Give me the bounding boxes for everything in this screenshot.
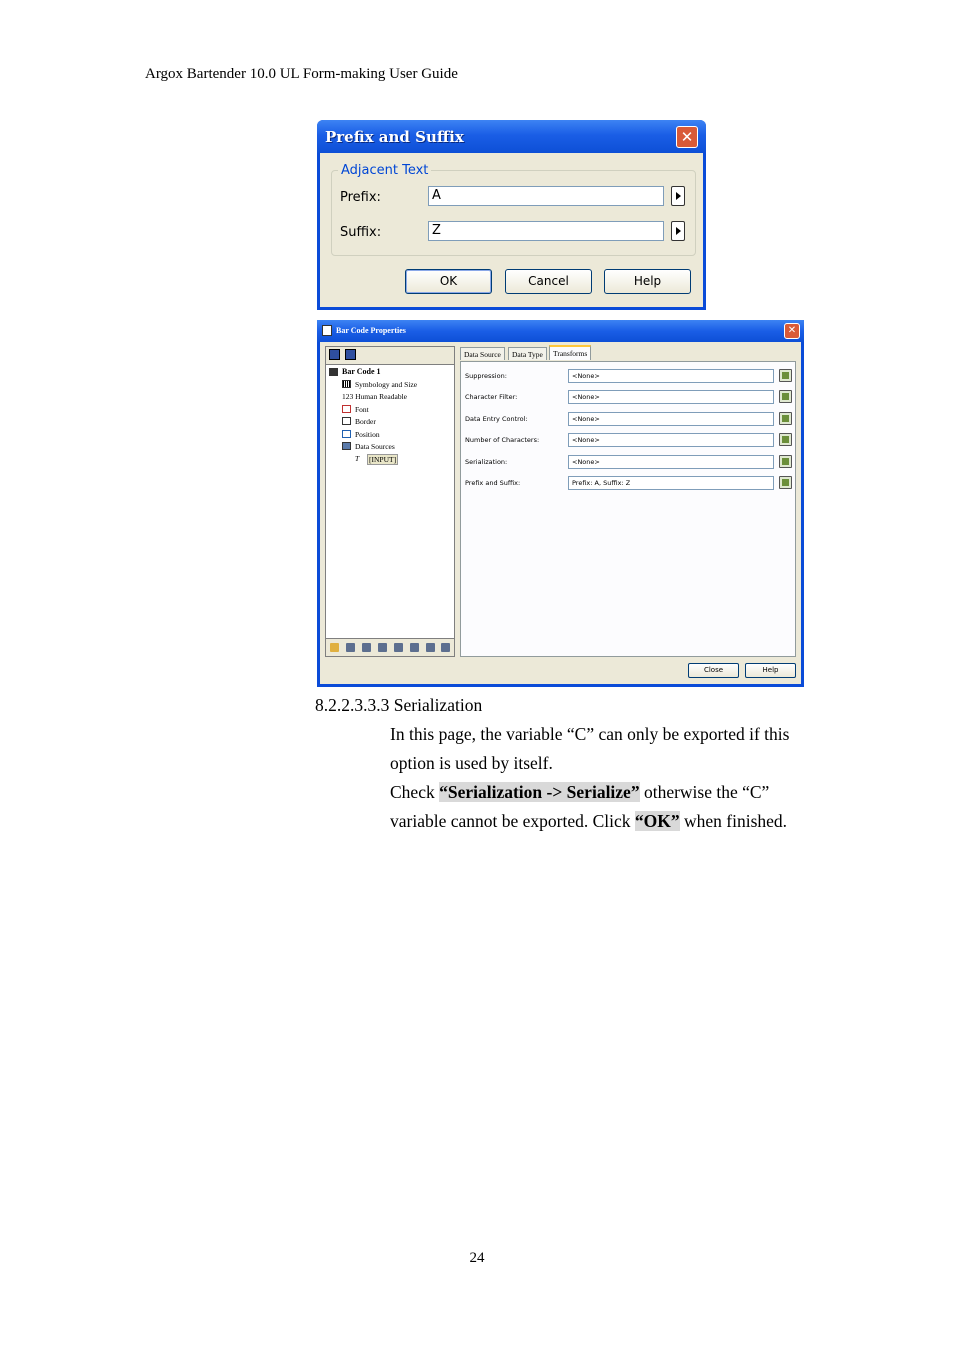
page-number: 24 xyxy=(469,1250,485,1266)
prefix-arrow-button[interactable] xyxy=(671,186,685,206)
position-icon xyxy=(342,430,351,438)
prefix-input[interactable]: A xyxy=(428,186,664,206)
paragraph-2: Check “Serialization -> Serialize” other… xyxy=(390,778,830,836)
transforms-panel: Suppression: <None> Character Filter: <N… xyxy=(460,361,796,657)
object-tree: Bar Code 1 Symbology and Size 123 Human … xyxy=(325,346,455,657)
row-label: Suppression: xyxy=(465,372,507,380)
tree-node[interactable]: 123 Human Readable xyxy=(342,392,407,401)
section-title: 8.2.2.3.3.3 Serialization xyxy=(315,695,483,715)
barcode-properties-dialog: Bar Code Properties ✕ Bar Code 1 Symbolo… xyxy=(317,320,804,687)
tree-node[interactable]: Border xyxy=(355,417,376,426)
edit-icon[interactable] xyxy=(779,455,792,468)
move-down-icon[interactable] xyxy=(441,643,450,652)
paragraph-1: In this page, the variable “C” can only … xyxy=(390,724,790,773)
view-icon[interactable] xyxy=(345,349,356,360)
edit-icon[interactable] xyxy=(779,476,792,489)
dialog-body: Bar Code 1 Symbology and Size 123 Human … xyxy=(320,342,801,684)
help-button[interactable]: Help xyxy=(745,663,796,678)
close-icon[interactable]: ✕ xyxy=(784,323,800,339)
page-header: Argox Bartender 10.0 UL Form-making User… xyxy=(145,66,458,82)
data-sources-icon xyxy=(342,442,351,450)
suffix-label: Suffix: xyxy=(340,225,382,240)
close-icon[interactable]: ✕ xyxy=(676,126,698,148)
text-span: when finished. xyxy=(679,811,788,831)
row-value: <None> xyxy=(568,433,774,447)
tab-data-source[interactable]: Data Source xyxy=(460,347,505,360)
dialog-title: Bar Code Properties xyxy=(336,326,406,335)
text-span: Check xyxy=(390,782,440,802)
wizard-icon[interactable] xyxy=(346,643,355,652)
symbology-icon xyxy=(342,380,351,388)
dialog-titlebar: Bar Code Properties ✕ xyxy=(317,320,804,342)
tree-node[interactable]: Symbology and Size xyxy=(355,380,417,389)
highlight-serialize: “Serialization -> Serialize” xyxy=(439,782,640,802)
new-icon[interactable] xyxy=(330,643,339,652)
row-label: Prefix and Suffix: xyxy=(465,479,521,487)
edit-icon[interactable] xyxy=(779,433,792,446)
font-icon xyxy=(342,405,351,413)
row-label: Data Entry Control: xyxy=(465,415,528,423)
delete-icon[interactable] xyxy=(362,643,371,652)
border-icon xyxy=(342,417,351,425)
row-value: <None> xyxy=(568,412,774,426)
suffix-input[interactable]: Z xyxy=(428,221,664,241)
row-value: Prefix: A, Suffix: Z xyxy=(568,476,774,490)
barcode-icon xyxy=(329,368,338,376)
move-up-icon[interactable] xyxy=(426,643,435,652)
prefix-suffix-dialog: Prefix and Suffix ✕ Adjacent Text Prefix… xyxy=(317,120,706,310)
expand-icon[interactable] xyxy=(329,349,340,360)
edit-icon[interactable] xyxy=(779,390,792,403)
cancel-button[interactable]: Cancel xyxy=(505,269,592,294)
tree-bottom-toolbar xyxy=(326,638,454,656)
dialog-body: Adjacent Text Prefix: A Suffix: Z OK Can… xyxy=(320,153,703,307)
adjacent-text-group xyxy=(331,170,696,256)
row-label: Serialization: xyxy=(465,458,508,466)
row-value: <None> xyxy=(568,369,774,383)
tree-node[interactable]: Position xyxy=(355,430,380,439)
prefix-label: Prefix: xyxy=(340,190,381,205)
tree-node[interactable]: Font xyxy=(355,405,369,414)
tab-transforms[interactable]: Transforms xyxy=(549,345,592,360)
group-legend: Adjacent Text xyxy=(338,163,432,178)
dialog-title: Prefix and Suffix xyxy=(325,128,464,146)
tree-toolbar xyxy=(326,347,454,365)
suffix-arrow-button[interactable] xyxy=(671,221,685,241)
row-label: Number of Characters: xyxy=(465,436,540,444)
copy-icon[interactable] xyxy=(394,643,403,652)
edit-icon[interactable] xyxy=(779,369,792,382)
dialog-titlebar: Prefix and Suffix ✕ xyxy=(317,120,706,153)
tree-node-selected[interactable]: [INPUT] xyxy=(367,454,399,465)
barcode-icon xyxy=(322,325,332,336)
cut-icon[interactable] xyxy=(378,643,387,652)
close-button[interactable]: Close xyxy=(688,663,739,678)
edit-icon[interactable] xyxy=(779,412,792,425)
row-value: <None> xyxy=(568,390,774,404)
row-value: <None> xyxy=(568,455,774,469)
tab-data-type[interactable]: Data Type xyxy=(508,347,547,360)
help-button[interactable]: Help xyxy=(604,269,691,294)
text-icon: T xyxy=(355,454,360,463)
row-label: Character Filter: xyxy=(465,393,518,401)
tree-node[interactable]: Bar Code 1 xyxy=(342,367,381,376)
highlight-ok: “OK” xyxy=(634,811,680,831)
ok-button[interactable]: OK xyxy=(405,269,492,294)
paste-icon[interactable] xyxy=(410,643,419,652)
tree-node[interactable]: Data Sources xyxy=(355,442,395,451)
